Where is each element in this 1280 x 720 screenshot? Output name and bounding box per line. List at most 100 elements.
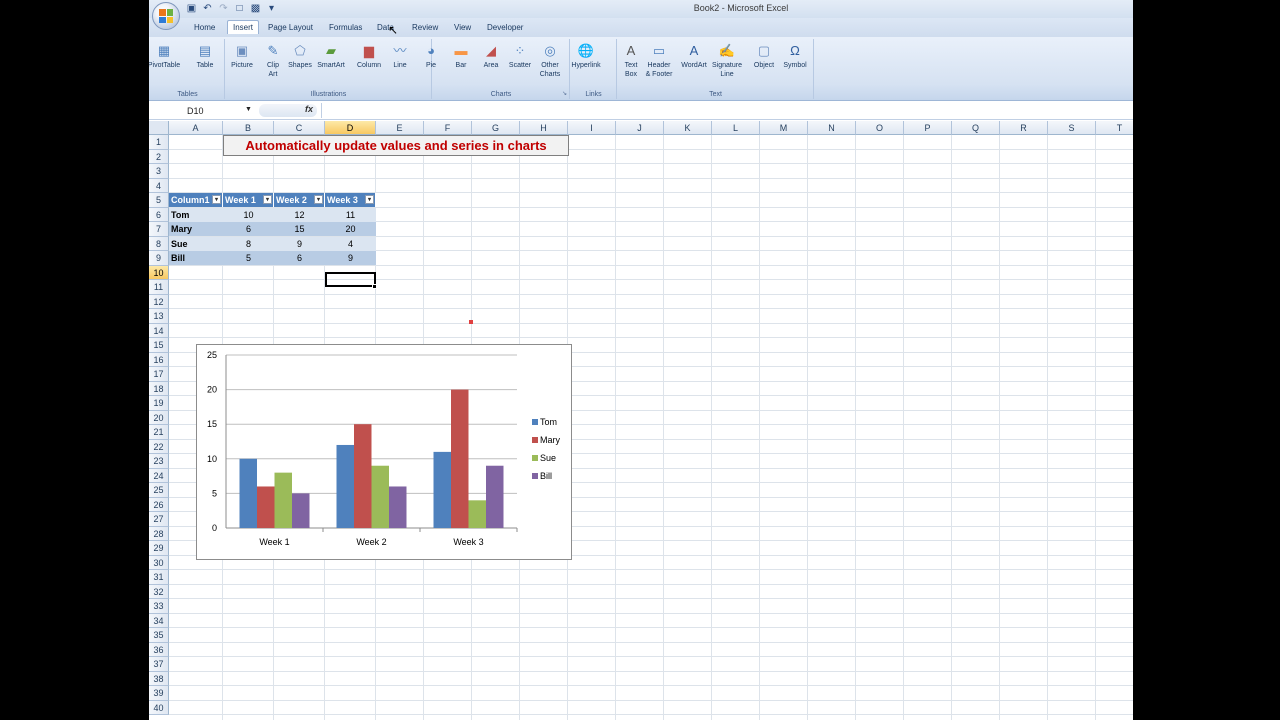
charts-dialog-launcher-icon[interactable]: ↘ <box>562 90 567 97</box>
row-header-26[interactable]: 26 <box>149 497 169 512</box>
row-header-32[interactable]: 32 <box>149 584 169 599</box>
row-header-11[interactable]: 11 <box>149 280 169 295</box>
row-header-14[interactable]: 14 <box>149 323 169 338</box>
row-header-24[interactable]: 24 <box>149 468 169 483</box>
row-header-29[interactable]: 29 <box>149 541 169 556</box>
row-header-33[interactable]: 33 <box>149 599 169 614</box>
column-header-q[interactable]: Q <box>952 121 1000 135</box>
column-header-d[interactable]: D <box>325 121 376 135</box>
ribbon-button-signature-line[interactable]: ✍ Signature Line <box>708 42 746 79</box>
ribbon-button-smartart[interactable]: ▰ SmartArt <box>312 42 350 70</box>
row-header-8[interactable]: 8 <box>149 236 169 251</box>
column-header-i[interactable]: I <box>568 121 616 135</box>
table-name-cell[interactable]: Bill <box>169 251 223 265</box>
column-header-h[interactable]: H <box>520 121 568 135</box>
table-value-cell[interactable]: 4 <box>325 236 376 251</box>
table-value-cell[interactable]: 9 <box>325 251 376 265</box>
row-header-3[interactable]: 3 <box>149 164 169 179</box>
fill-handle[interactable] <box>372 284 377 289</box>
office-button[interactable] <box>152 2 180 30</box>
column-header-b[interactable]: B <box>223 121 274 135</box>
table-header-cell[interactable]: Column1 ▾ <box>169 193 223 207</box>
filter-dropdown-icon[interactable]: ▾ <box>314 195 323 204</box>
table-value-cell[interactable]: 15 <box>274 222 325 236</box>
column-header-p[interactable]: P <box>904 121 952 135</box>
row-header-30[interactable]: 30 <box>149 555 169 570</box>
ribbon-button-symbol[interactable]: Ω Symbol <box>776 42 814 70</box>
table-value-cell[interactable]: 12 <box>274 207 325 222</box>
column-header-g[interactable]: G <box>472 121 520 135</box>
row-header-40[interactable]: 40 <box>149 700 169 715</box>
row-header-15[interactable]: 15 <box>149 338 169 353</box>
tab-formulas[interactable]: Formulas <box>324 21 367 34</box>
column-header-a[interactable]: A <box>169 121 223 135</box>
row-header-39[interactable]: 39 <box>149 686 169 701</box>
worksheet-grid[interactable]: 40 39 38 37 36 35 34 33 32 31 30 29 28 27 26 25 24 23 22 21… <box>149 121 1133 720</box>
table-name-cell[interactable]: Sue <box>169 236 223 251</box>
column-header-s[interactable]: S <box>1048 121 1096 135</box>
row-header-19[interactable]: 19 <box>149 396 169 411</box>
tab-developer[interactable]: Developer <box>482 21 528 34</box>
table-value-cell[interactable]: 6 <box>223 222 274 236</box>
row-header-9[interactable]: 9 <box>149 251 169 266</box>
name-box-dropdown-icon[interactable]: ▼ <box>245 106 252 113</box>
row-header-22[interactable]: 22 <box>149 439 169 454</box>
row-header-28[interactable]: 28 <box>149 526 169 541</box>
table-value-cell[interactable]: 8 <box>223 236 274 251</box>
table-header-cell[interactable]: Week 2 ▾ <box>274 193 325 207</box>
column-header-j[interactable]: J <box>616 121 664 135</box>
table-value-cell[interactable]: 11 <box>325 207 376 222</box>
filter-dropdown-icon[interactable]: ▾ <box>365 195 374 204</box>
row-header-7[interactable]: 7 <box>149 222 169 237</box>
tab-insert[interactable]: Insert <box>227 20 260 34</box>
name-box[interactable]: D10 <box>151 104 257 118</box>
column-header-e[interactable]: E <box>376 121 424 135</box>
row-header-18[interactable]: 18 <box>149 381 169 396</box>
column-header-n[interactable]: N <box>808 121 856 135</box>
row-header-37[interactable]: 37 <box>149 657 169 672</box>
ribbon-button-header-footer[interactable]: ▭ Header & Footer <box>640 42 678 79</box>
formula-input[interactable] <box>321 103 1131 118</box>
tab-review[interactable]: Review <box>407 21 443 34</box>
row-header-1[interactable]: 1 <box>149 135 169 150</box>
insert-function-icon[interactable]: fx <box>305 104 313 114</box>
sheet-title-box[interactable]: Automatically update values and series i… <box>223 135 569 156</box>
table-value-cell[interactable]: 9 <box>274 236 325 251</box>
row-header-5[interactable]: 5 <box>149 193 169 208</box>
row-header-23[interactable]: 23 <box>149 454 169 469</box>
row-header-17[interactable]: 17 <box>149 367 169 382</box>
row-header-21[interactable]: 21 <box>149 425 169 440</box>
row-header-10[interactable]: 10 <box>149 265 169 280</box>
column-header-f[interactable]: F <box>424 121 472 135</box>
ribbon-button-pivottable[interactable]: ▦ PivotTable <box>149 42 183 70</box>
table-value-cell[interactable]: 5 <box>223 251 274 265</box>
ribbon-button-other-charts[interactable]: ◎ Other Charts <box>531 42 569 79</box>
table-name-cell[interactable]: Mary <box>169 222 223 236</box>
row-header-2[interactable]: 2 <box>149 149 169 164</box>
row-header-6[interactable]: 6 <box>149 207 169 222</box>
column-chart[interactable]: 0 5 10 15 20 25 Week 1 Week 2 Week 3 Tom Mary Sue Bi… <box>196 344 572 560</box>
row-header-25[interactable]: 25 <box>149 483 169 498</box>
row-header-36[interactable]: 36 <box>149 642 169 657</box>
tab-page-layout[interactable]: Page Layout <box>263 21 318 34</box>
column-header-l[interactable]: L <box>712 121 760 135</box>
column-header-t[interactable]: T <box>1096 121 1133 135</box>
column-header-o[interactable]: O <box>856 121 904 135</box>
row-header-12[interactable]: 12 <box>149 294 169 309</box>
filter-dropdown-icon[interactable]: ▾ <box>263 195 272 204</box>
table-header-cell[interactable]: Week 3 ▾ <box>325 193 376 207</box>
tab-home[interactable]: Home <box>189 21 220 34</box>
column-header-r[interactable]: R <box>1000 121 1048 135</box>
column-header-c[interactable]: C <box>274 121 325 135</box>
column-header-k[interactable]: K <box>664 121 712 135</box>
active-cell-d10[interactable] <box>325 272 376 287</box>
row-header-38[interactable]: 38 <box>149 671 169 686</box>
row-header-20[interactable]: 20 <box>149 410 169 425</box>
table-name-cell[interactable]: Tom <box>169 207 223 222</box>
table-value-cell[interactable]: 20 <box>325 222 376 236</box>
table-value-cell[interactable]: 6 <box>274 251 325 265</box>
row-header-13[interactable]: 13 <box>149 309 169 324</box>
ribbon-button-hyperlink[interactable]: 🌐 Hyperlink <box>567 42 605 70</box>
table-value-cell[interactable]: 10 <box>223 207 274 222</box>
column-header-m[interactable]: M <box>760 121 808 135</box>
